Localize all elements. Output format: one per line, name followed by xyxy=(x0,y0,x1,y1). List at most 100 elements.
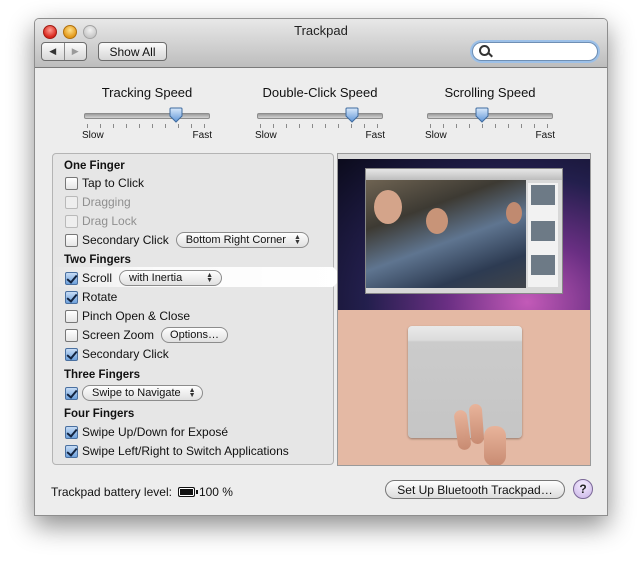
slider-title: Scrolling Speed xyxy=(444,85,536,100)
slider-track[interactable] xyxy=(427,113,553,119)
expose-checkbox[interactable] xyxy=(65,425,78,439)
switch-apps-checkbox[interactable] xyxy=(65,444,78,458)
three-fingers-heading: Three Fingers xyxy=(64,369,141,381)
slider-track[interactable] xyxy=(84,113,210,119)
three-finger-swipe-popup[interactable]: Swipe to Navigate ▲ ▼ xyxy=(82,385,203,401)
slider-tick xyxy=(430,124,431,128)
updown-arrows-icon: ▲ ▼ xyxy=(206,272,214,284)
slider-tick xyxy=(273,124,274,128)
slider-tick xyxy=(191,124,192,128)
pinch-label: Pinch Open & Close xyxy=(82,309,191,323)
slow-label: Slow xyxy=(425,130,447,141)
search-icon xyxy=(479,45,490,56)
rotate-label: Rotate xyxy=(82,290,118,304)
battery-label: Trackpad battery level: xyxy=(51,485,172,499)
scroll-checkbox[interactable] xyxy=(65,271,78,285)
slider-ticks xyxy=(430,124,548,128)
help-button[interactable]: ? xyxy=(573,479,593,499)
preview-app-window xyxy=(365,168,563,294)
one-finger-heading: One Finger xyxy=(64,160,125,172)
slider-thumb[interactable] xyxy=(169,107,183,123)
popup-value: Bottom Right Corner xyxy=(185,234,286,246)
slider-tick xyxy=(456,124,457,128)
scroll-option[interactable]: Scroll with Inertia ▲ ▼ xyxy=(65,270,223,286)
three-finger-swipe-checkbox[interactable] xyxy=(65,386,78,400)
slider-tick xyxy=(204,124,205,128)
forward-button[interactable]: ▶ xyxy=(63,43,87,60)
rotate-option[interactable]: Rotate xyxy=(65,289,117,305)
dragging-checkbox xyxy=(65,195,78,209)
slider-tick xyxy=(469,124,470,128)
secondary-click-corner-popup[interactable]: Bottom Right Corner ▲ ▼ xyxy=(175,232,309,248)
tap-to-click-checkbox[interactable] xyxy=(65,176,78,190)
slider-tick xyxy=(325,124,326,128)
trackpad-window: Trackpad ◀ ▶ Show All Tracking Speed Slo… xyxy=(34,18,608,516)
slider-tick xyxy=(495,124,496,128)
fast-label: Fast xyxy=(365,130,385,141)
slider-track[interactable] xyxy=(257,113,383,119)
switch-apps-label: Swipe Left/Right to Switch Applications xyxy=(82,444,289,458)
tracking-speed-slider-group: Tracking Speed Slow Fast xyxy=(82,85,212,141)
slider-tick xyxy=(113,124,114,128)
battery-value: 100 % xyxy=(198,485,233,499)
slider-tick xyxy=(152,124,153,128)
triangle-left-icon: ◀ xyxy=(49,46,57,56)
back-forward-group: ◀ ▶ xyxy=(41,42,87,61)
slider-tick xyxy=(126,124,127,128)
one-finger-secondary-click-checkbox[interactable] xyxy=(65,233,78,247)
slider-tick xyxy=(338,124,339,128)
pinch-checkbox[interactable] xyxy=(65,309,78,323)
preview-photo xyxy=(366,180,526,288)
screen-zoom-option[interactable]: Screen Zoom Options… xyxy=(65,327,228,343)
screen-zoom-checkbox[interactable] xyxy=(65,328,78,342)
slider-tick xyxy=(260,124,261,128)
drag-lock-option: Drag Lock xyxy=(65,213,137,229)
title-bar: Trackpad ◀ ▶ Show All xyxy=(35,19,607,68)
three-finger-swipe-option[interactable]: Swipe to Navigate ▲ ▼ xyxy=(65,385,203,401)
slider-thumb[interactable] xyxy=(345,107,359,123)
switch-apps-option[interactable]: Swipe Left/Right to Switch Applications xyxy=(65,443,289,459)
screen-zoom-options-button[interactable]: Options… xyxy=(161,327,228,343)
fast-label: Fast xyxy=(192,130,212,141)
slider-tick xyxy=(351,124,352,128)
two-fingers-heading: Two Fingers xyxy=(64,254,131,266)
slider-tick xyxy=(482,124,483,128)
slider-ticks xyxy=(87,124,205,128)
preview-thumbnails xyxy=(528,183,558,287)
pinch-option[interactable]: Pinch Open & Close xyxy=(65,308,190,324)
slider-tick xyxy=(521,124,522,128)
screen-zoom-label: Screen Zoom xyxy=(82,328,155,342)
scrolling-speed-slider-group: Scrolling Speed Slow Fast xyxy=(425,85,555,141)
slider-thumb[interactable] xyxy=(475,107,489,123)
scroll-inertia-popup[interactable]: with Inertia ▲ ▼ xyxy=(119,270,223,286)
slider-tick xyxy=(312,124,313,128)
tap-to-click-option[interactable]: Tap to Click xyxy=(65,175,144,191)
hand-image xyxy=(448,403,508,465)
preview-menubar xyxy=(338,154,590,159)
search-field[interactable] xyxy=(472,42,598,61)
updown-arrows-icon: ▲ ▼ xyxy=(188,387,196,399)
setup-bluetooth-trackpad-button[interactable]: Set Up Bluetooth Trackpad… xyxy=(385,480,565,499)
slider-tick xyxy=(508,124,509,128)
two-finger-secondary-click-option[interactable]: Secondary Click xyxy=(65,346,169,362)
four-fingers-heading: Four Fingers xyxy=(64,408,135,420)
one-finger-secondary-click-option[interactable]: Secondary Click Bottom Right Corner ▲ ▼ xyxy=(65,232,309,248)
slider-tick xyxy=(377,124,378,128)
preview-screen-image xyxy=(338,154,590,310)
popup-value: with Inertia xyxy=(129,272,183,284)
two-finger-secondary-click-label: Secondary Click xyxy=(82,347,169,361)
one-finger-secondary-click-label: Secondary Click xyxy=(82,233,169,247)
question-mark-icon: ? xyxy=(579,482,587,496)
rotate-checkbox[interactable] xyxy=(65,290,78,304)
popup-value: Swipe to Navigate xyxy=(92,387,181,399)
show-all-button[interactable]: Show All xyxy=(98,42,167,61)
back-button[interactable]: ◀ xyxy=(42,43,64,60)
two-finger-secondary-click-checkbox[interactable] xyxy=(65,347,78,361)
battery-status: Trackpad battery level: 100 % xyxy=(51,485,233,499)
gestures-panel: One Finger Tap to Click Dragging Drag Lo… xyxy=(52,153,343,465)
expose-option[interactable]: Swipe Up/Down for Exposé xyxy=(65,424,228,440)
slider-title: Double-Click Speed xyxy=(262,85,378,100)
slider-tick xyxy=(547,124,548,128)
slider-tick xyxy=(139,124,140,128)
slider-tick xyxy=(443,124,444,128)
